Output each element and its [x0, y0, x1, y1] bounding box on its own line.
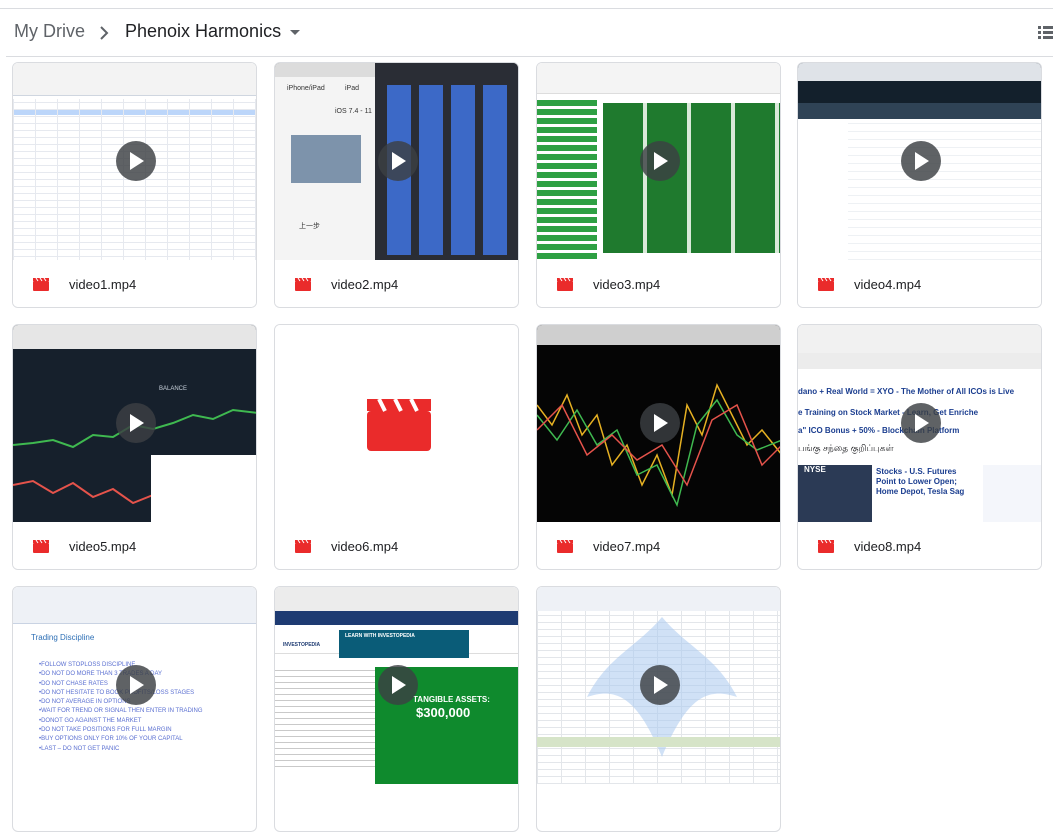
file-card-video10[interactable]: LEARN WITH INVESTOPEDIA INVESTOPEDIA TAN…: [274, 586, 519, 832]
video10-thumbnail: LEARN WITH INVESTOPEDIA INVESTOPEDIA TAN…: [275, 587, 518, 784]
file-card-video5[interactable]: BALANCE video5.mp4: [12, 324, 257, 570]
play-icon[interactable]: [116, 665, 156, 705]
play-icon[interactable]: [640, 141, 680, 181]
thumb-title: iOS 7.4 - 11: [335, 108, 372, 115]
banner-text: LEARN WITH INVESTOPEDIA: [345, 633, 415, 639]
brand-text: INVESTOPEDIA: [283, 642, 321, 648]
nyse-label: NYSE: [804, 465, 826, 474]
news-title: Stocks - U.S. Futures Point to Lower Ope…: [876, 467, 965, 496]
video4-thumbnail: [798, 63, 1041, 260]
file-card-footer: video6.mp4: [275, 522, 518, 569]
folder-menu-caret-icon[interactable]: [290, 30, 300, 35]
video5-thumbnail: BALANCE: [13, 325, 256, 522]
file-card-footer: video7.mp4: [537, 522, 780, 569]
file-card-footer: video3.mp4: [537, 260, 780, 307]
file-card-footer: video5.mp4: [13, 522, 256, 569]
video3-thumbnail: [537, 63, 780, 260]
video8-thumbnail: dano + Real World = XYO - The Mother of …: [798, 325, 1041, 522]
headline-2: e Training on Stock Market - Learn, Get …: [798, 408, 979, 417]
play-icon[interactable]: [378, 141, 418, 181]
play-icon[interactable]: [116, 141, 156, 181]
play-icon[interactable]: [640, 403, 680, 443]
video11-thumbnail: [537, 587, 780, 784]
file-card-footer: video4.mp4: [798, 260, 1041, 307]
video9-thumbnail: Trading Discipline •FOLLOW STOPLOSS DISC…: [13, 587, 256, 784]
file-card-video2[interactable]: iPhone/iPad iPad iOS 7.4 - 11 上一步 video2…: [274, 62, 519, 308]
list-view-icon[interactable]: [1038, 25, 1053, 41]
slide-heading: Trading Discipline: [31, 633, 95, 642]
breadcrumb-current-folder[interactable]: Phenoix Harmonics: [125, 21, 281, 42]
back-label: 上一步: [299, 223, 320, 230]
file-card-video8[interactable]: dano + Real World = XYO - The Mother of …: [797, 324, 1042, 570]
play-icon[interactable]: [901, 403, 941, 443]
video-file-icon: [818, 540, 834, 553]
file-card-video6[interactable]: video6.mp4: [274, 324, 519, 570]
breadcrumb-my-drive[interactable]: My Drive: [14, 21, 85, 42]
breadcrumb: My Drive Phenoix Harmonics: [0, 9, 1053, 56]
file-name: video2.mp4: [331, 277, 399, 292]
video-file-icon: [295, 278, 311, 291]
file-name: video7.mp4: [593, 539, 661, 554]
video-file-icon: [818, 278, 834, 291]
play-icon[interactable]: [901, 141, 941, 181]
video6-thumbnail: [275, 325, 518, 522]
file-card-footer: video8.mp4: [798, 522, 1041, 569]
file-card-video9[interactable]: Trading Discipline •FOLLOW STOPLOSS DISC…: [12, 586, 257, 832]
tab-iphone-ipad: iPhone/iPad: [287, 85, 325, 92]
play-icon[interactable]: [378, 665, 418, 705]
video-file-icon: [33, 540, 49, 553]
file-card-video11[interactable]: [536, 586, 781, 832]
file-card-video3[interactable]: video3.mp4: [536, 62, 781, 308]
video-file-icon: [33, 278, 49, 291]
header-divider: [6, 56, 1053, 57]
assets-value: $300,000: [416, 705, 471, 720]
file-card-footer: video1.mp4: [13, 260, 256, 307]
headline-1: dano + Real World = XYO - The Mother of …: [798, 387, 1015, 396]
file-name: video6.mp4: [331, 539, 399, 554]
file-card-video1[interactable]: video1.mp4: [12, 62, 257, 308]
video-file-icon: [557, 278, 573, 291]
file-card-video4[interactable]: video4.mp4: [797, 62, 1042, 308]
assets-label: TANGIBLE ASSETS:: [413, 695, 490, 704]
video1-thumbnail: [13, 63, 256, 260]
play-icon[interactable]: [640, 665, 680, 705]
tab-ipad: iPad: [345, 85, 360, 92]
file-card-video7[interactable]: video7.mp4: [536, 324, 781, 570]
file-name: video5.mp4: [69, 539, 137, 554]
tamil-heading: பங்கு சந்தை குறிப்புகள்: [798, 443, 894, 453]
video-file-icon: [295, 540, 311, 553]
file-name: video8.mp4: [854, 539, 922, 554]
video-file-icon: [557, 540, 573, 553]
video-placeholder-icon: [367, 399, 431, 451]
video2-thumbnail: iPhone/iPad iPad iOS 7.4 - 11 上一步: [275, 63, 518, 260]
play-icon[interactable]: [116, 403, 156, 443]
video7-thumbnail: [537, 325, 780, 522]
file-name: video4.mp4: [854, 277, 922, 292]
chevron-right-icon: [100, 26, 109, 40]
file-name: video1.mp4: [69, 277, 137, 292]
file-name: video3.mp4: [593, 277, 661, 292]
file-card-footer: video2.mp4: [275, 260, 518, 307]
